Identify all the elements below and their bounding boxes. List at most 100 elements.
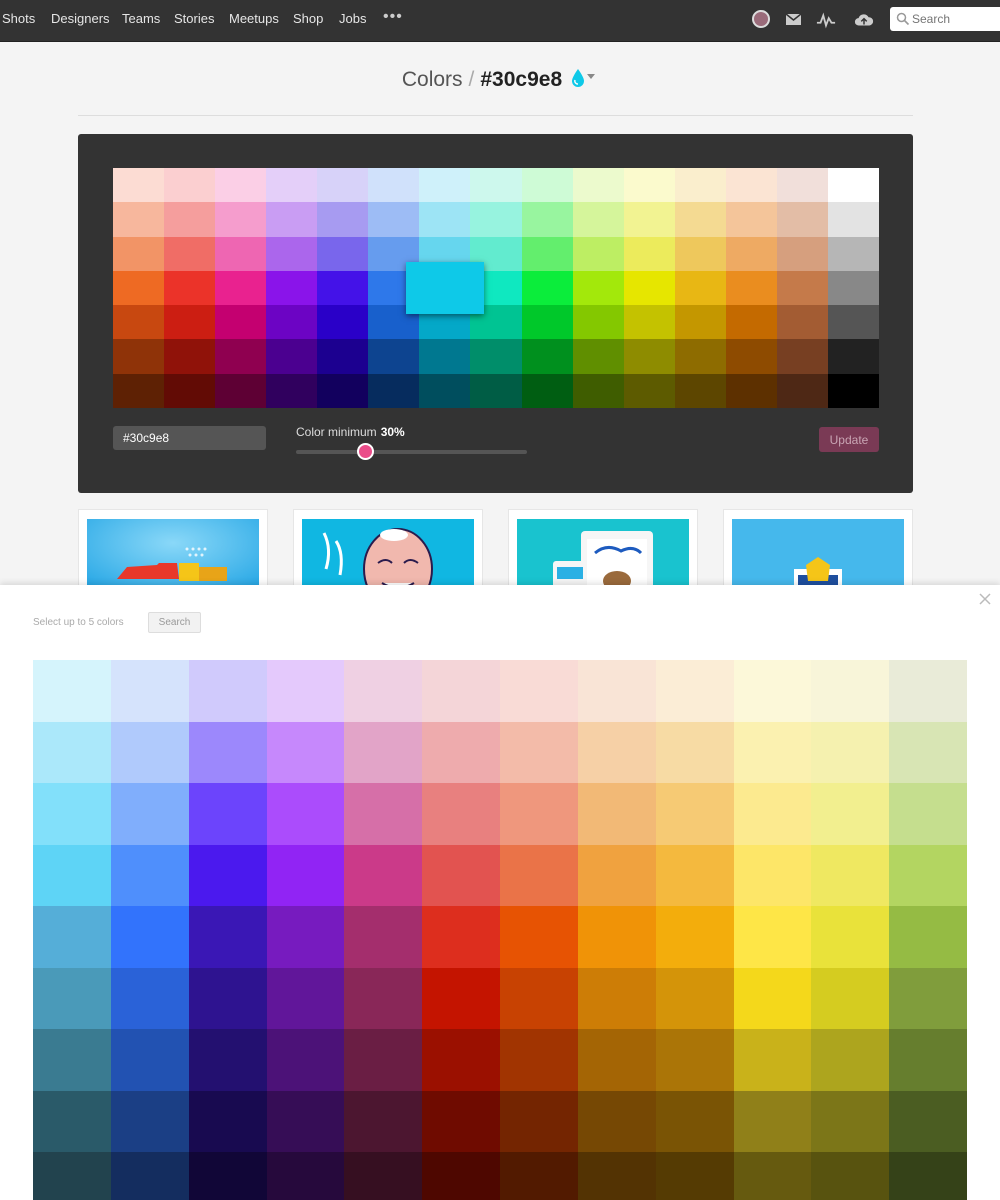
shot-card[interactable] (508, 509, 698, 589)
color-swatch[interactable] (317, 236, 369, 271)
color-swatch[interactable] (776, 236, 828, 271)
color-swatch[interactable] (577, 906, 656, 968)
color-swatch[interactable] (317, 373, 369, 408)
hex-input[interactable] (113, 426, 266, 450)
color-swatch[interactable] (266, 339, 318, 374)
close-icon[interactable] (978, 592, 992, 606)
color-swatch[interactable] (572, 202, 624, 237)
color-swatch[interactable] (733, 660, 812, 722)
color-swatch[interactable] (889, 1090, 967, 1152)
color-swatch[interactable] (623, 305, 675, 340)
color-swatch[interactable] (188, 1029, 267, 1091)
color-swatch[interactable] (470, 373, 522, 408)
color-swatch[interactable] (344, 721, 423, 783)
color-swatch[interactable] (674, 305, 726, 340)
color-swatch[interactable] (811, 721, 890, 783)
color-swatch[interactable] (674, 236, 726, 271)
color-swatch[interactable] (889, 844, 967, 906)
color-swatch[interactable] (188, 1152, 267, 1200)
color-swatch[interactable] (725, 236, 777, 271)
color-swatch[interactable] (889, 906, 967, 968)
color-swatch[interactable] (674, 339, 726, 374)
color-swatch[interactable] (188, 844, 267, 906)
color-swatch[interactable] (368, 202, 420, 237)
color-swatch[interactable] (344, 1029, 423, 1091)
color-swatch[interactable] (317, 202, 369, 237)
color-swatch[interactable] (776, 339, 828, 374)
color-swatch[interactable] (776, 373, 828, 408)
color-swatch[interactable] (344, 660, 423, 722)
color-swatch[interactable] (733, 844, 812, 906)
color-swatch[interactable] (266, 202, 318, 237)
color-swatch[interactable] (655, 1090, 734, 1152)
color-swatch[interactable] (344, 906, 423, 968)
color-swatch[interactable] (733, 1152, 812, 1200)
color-swatch[interactable] (215, 270, 267, 306)
color-swatch[interactable] (572, 168, 624, 203)
color-swatch[interactable] (344, 1152, 423, 1200)
color-swatch[interactable] (215, 236, 267, 271)
color-swatch[interactable] (188, 660, 267, 722)
color-swatch[interactable] (623, 236, 675, 271)
color-swatch[interactable] (827, 168, 879, 203)
color-swatch[interactable] (266, 844, 345, 906)
color-swatch[interactable] (623, 270, 675, 306)
avatar[interactable] (752, 10, 770, 28)
color-swatch[interactable] (164, 236, 216, 271)
shot-card[interactable] (723, 509, 913, 589)
shot-thumbnail[interactable] (302, 519, 474, 588)
color-swatch[interactable] (110, 1152, 189, 1200)
color-swatch[interactable] (113, 202, 165, 237)
color-swatch[interactable] (368, 168, 420, 203)
color-swatch[interactable] (110, 660, 189, 722)
nav-meetups[interactable]: Meetups (229, 11, 279, 27)
color-swatch[interactable] (827, 339, 879, 374)
color-swatch[interactable] (572, 236, 624, 271)
color-swatch[interactable] (623, 339, 675, 374)
color-swatch[interactable] (113, 373, 165, 408)
color-minimum-slider-handle[interactable] (356, 443, 374, 460)
color-swatch[interactable] (655, 844, 734, 906)
color-swatch[interactable] (827, 270, 879, 306)
color-swatch[interactable] (164, 339, 216, 374)
color-swatch[interactable] (317, 168, 369, 203)
color-swatch[interactable] (521, 236, 573, 271)
color-swatch[interactable] (577, 1152, 656, 1200)
color-swatch[interactable] (811, 783, 890, 845)
color-swatch[interactable] (674, 168, 726, 203)
color-swatch[interactable] (725, 339, 777, 374)
nav-shots[interactable]: Shots (2, 11, 35, 27)
color-swatch[interactable] (33, 906, 111, 968)
color-swatch[interactable] (577, 1090, 656, 1152)
color-swatch[interactable] (33, 1152, 111, 1200)
color-swatch[interactable] (266, 783, 345, 845)
shot-card[interactable] (293, 509, 483, 589)
color-swatch[interactable] (500, 844, 578, 906)
color-swatch[interactable] (33, 783, 111, 845)
color-swatch[interactable] (776, 168, 828, 203)
color-swatch[interactable] (266, 373, 318, 408)
color-swatch[interactable] (500, 906, 578, 968)
color-swatch[interactable] (113, 339, 165, 374)
color-swatch[interactable] (419, 168, 471, 203)
color-swatch[interactable] (317, 339, 369, 374)
color-swatch[interactable] (317, 305, 369, 340)
color-swatch[interactable] (266, 1090, 345, 1152)
color-swatch[interactable] (655, 721, 734, 783)
search-input[interactable] (912, 10, 998, 28)
color-swatch[interactable] (500, 1029, 578, 1091)
color-swatch[interactable] (266, 660, 345, 722)
color-swatch[interactable] (811, 967, 890, 1029)
color-swatch[interactable] (188, 721, 267, 783)
more-menu-button[interactable]: ••• (383, 8, 403, 26)
color-swatch[interactable] (33, 844, 111, 906)
shot-thumbnail[interactable] (517, 519, 689, 588)
color-swatch[interactable] (521, 373, 573, 408)
color-swatch[interactable] (344, 783, 423, 845)
color-swatch[interactable] (811, 660, 890, 722)
color-swatch[interactable] (422, 844, 500, 906)
color-swatch[interactable] (500, 1090, 578, 1152)
color-swatch[interactable] (733, 1029, 812, 1091)
color-swatch[interactable] (113, 270, 165, 306)
color-swatch[interactable] (733, 967, 812, 1029)
